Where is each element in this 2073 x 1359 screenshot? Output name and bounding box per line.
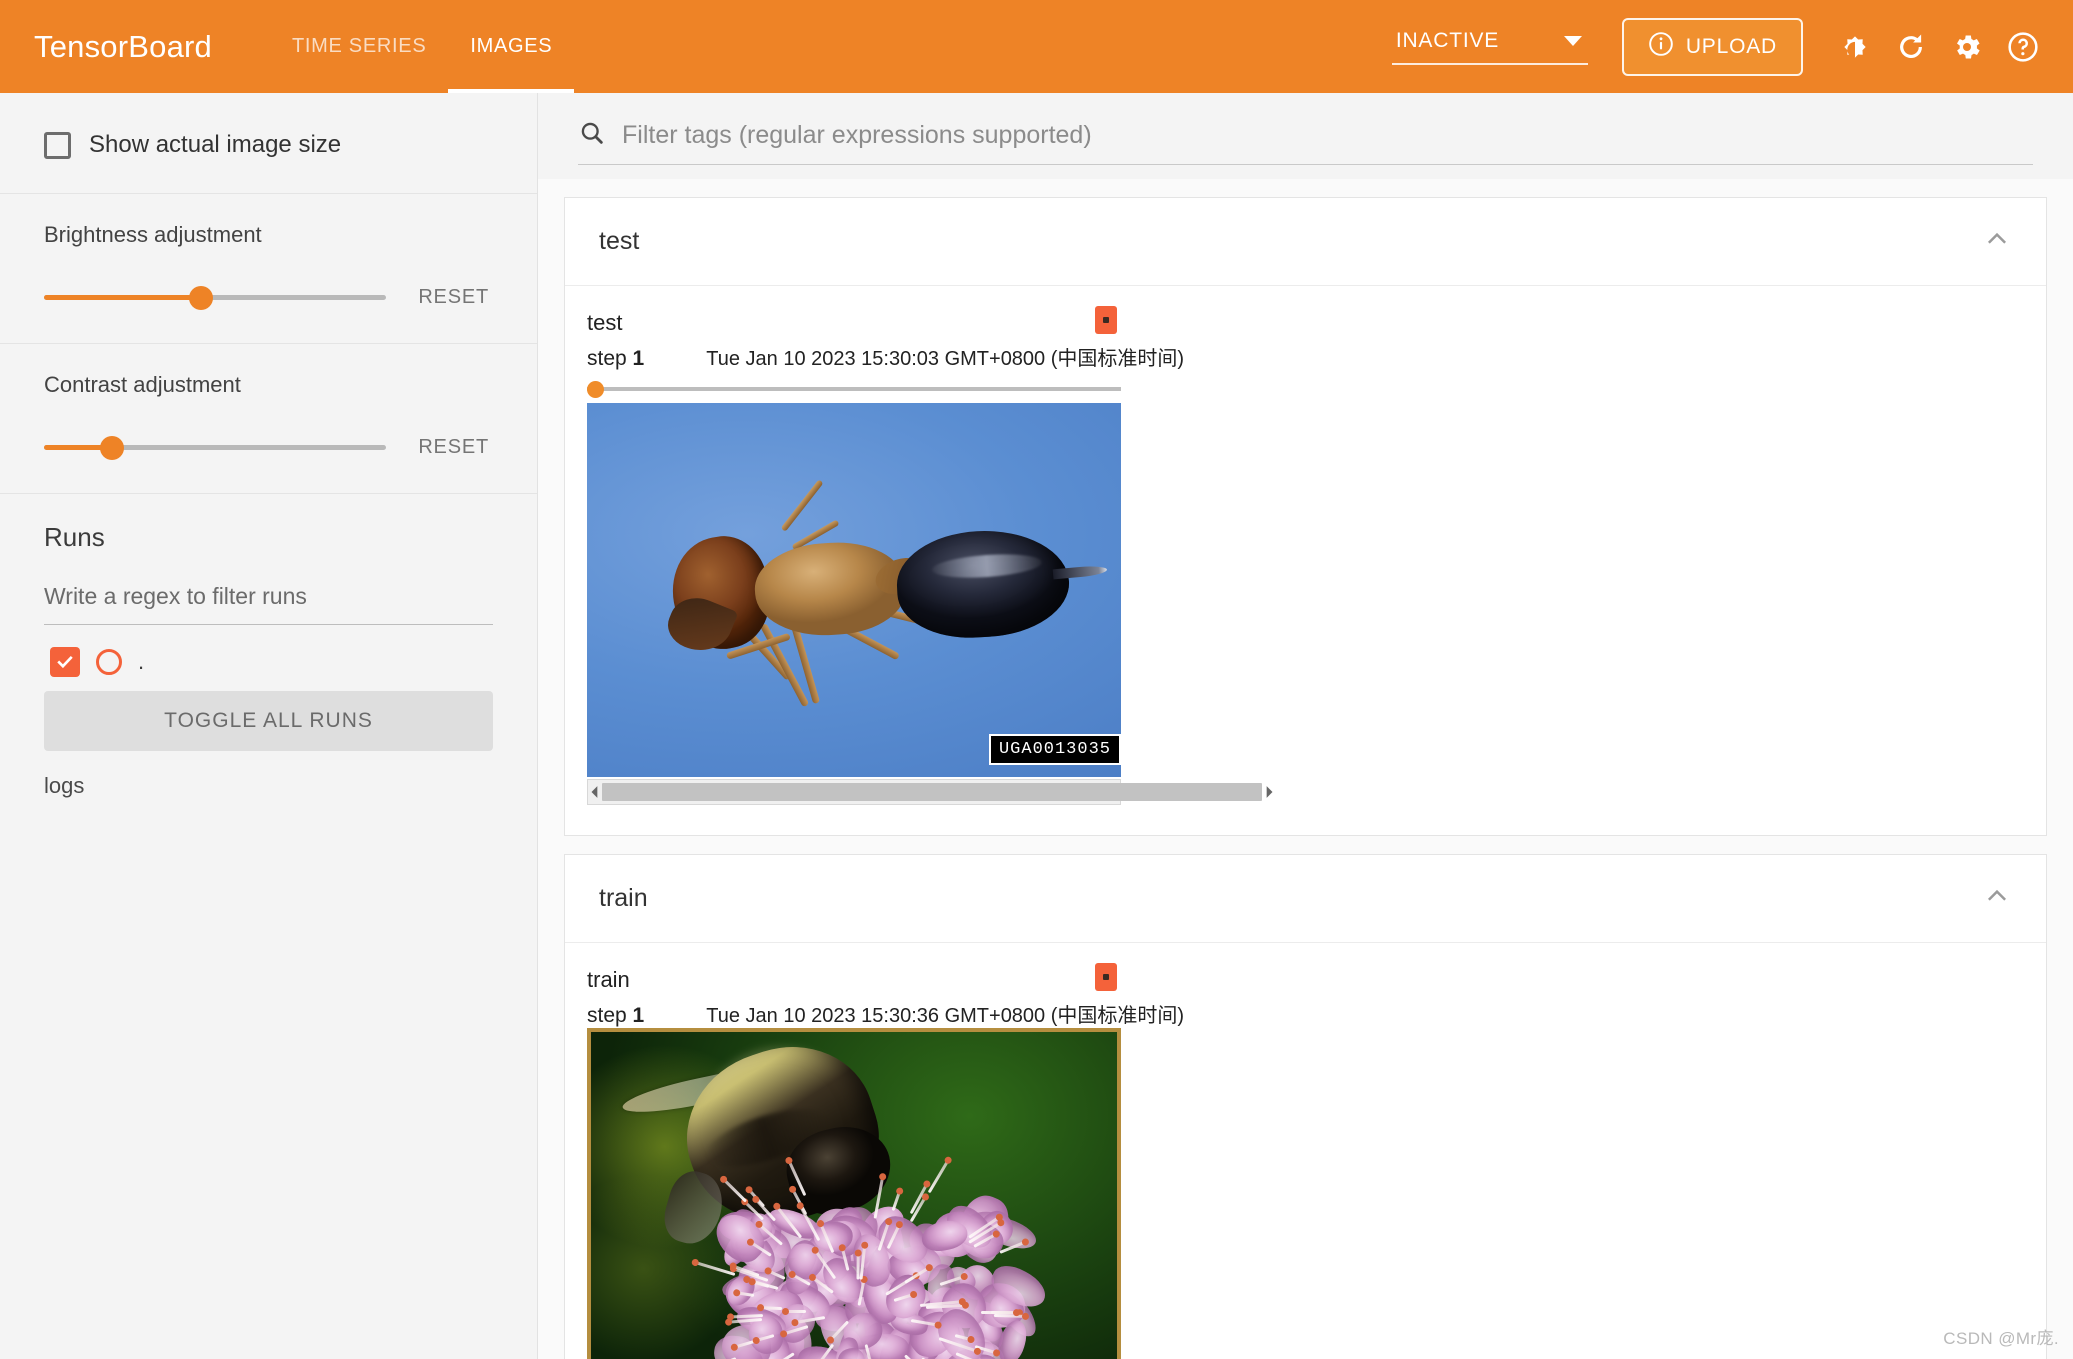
brightness-section: Brightness adjustment RESET: [0, 194, 537, 344]
brightness-reset-button[interactable]: RESET: [414, 280, 493, 315]
step-label: step 1: [587, 347, 644, 371]
tag-filter-bar: [538, 93, 2073, 179]
image-meta-row: step 1 Tue Jan 10 2023 15:30:36 GMT+0800…: [587, 999, 1184, 1028]
pin-icon[interactable]: [1095, 306, 1117, 334]
caret-right-icon[interactable]: [1262, 780, 1276, 804]
runs-filter-input[interactable]: [44, 573, 493, 625]
tag-card-header-train[interactable]: train: [565, 855, 2046, 943]
slider-thumb[interactable]: [189, 285, 214, 310]
pin-icon[interactable]: [1095, 963, 1117, 991]
flower-stamen: [785, 1309, 807, 1313]
brightness-slider-row: RESET: [44, 280, 493, 315]
contrast-slider[interactable]: [44, 434, 387, 462]
image-timestamp: Tue Jan 10 2023 15:30:03 GMT+0800 (中国标准时…: [706, 348, 1185, 370]
help-icon[interactable]: [1995, 19, 2051, 75]
contrast-reset-button[interactable]: RESET: [414, 430, 493, 465]
flower-stamen: [980, 1310, 1016, 1314]
toggle-all-runs-button[interactable]: TOGGLE ALL RUNS: [44, 691, 493, 751]
tab-images-label: IMAGES: [470, 35, 553, 57]
flower-stamen: [723, 1178, 748, 1203]
runs-title: Runs: [44, 522, 105, 552]
step-value: 1: [632, 1004, 645, 1027]
app-title: TensorBoard: [34, 28, 212, 64]
chevron-up-icon[interactable]: [1982, 224, 2012, 259]
step-slider-track: [587, 387, 1121, 391]
top-app-bar: TensorBoard TIME SERIES IMAGES INACTIVE …: [0, 0, 2073, 93]
info-icon: [1648, 31, 1674, 63]
pin-dot: [1103, 317, 1109, 323]
tag-card-header-test[interactable]: test: [565, 198, 2046, 286]
tag-card-title: test: [599, 227, 640, 255]
run-list-item[interactable]: .: [50, 647, 493, 677]
slider-fill: [44, 295, 202, 300]
scrollbar-thumb[interactable]: [602, 783, 1262, 801]
tag-card-list: test test step 1 Tue Jan 10 2023 15:30:0…: [538, 197, 2073, 1359]
image-card-header: train step 1 Tue Jan 10 2023 15:30:36 GM…: [587, 963, 1184, 1028]
logs-label: logs: [44, 773, 85, 798]
flower-cluster: [673, 1159, 1052, 1359]
pin-dot: [1103, 974, 1109, 980]
sidebar: Show actual image size Brightness adjust…: [0, 93, 538, 1359]
step-label: step 1: [587, 1004, 644, 1028]
main-tabs: TIME SERIES IMAGES: [270, 0, 575, 93]
brightness-slider[interactable]: [44, 284, 387, 312]
image-horizontal-scrollbar[interactable]: [587, 779, 1273, 805]
image-card-test: test step 1 Tue Jan 10 2023 15:30:03 GMT…: [587, 306, 1273, 805]
caret-left-icon[interactable]: [588, 780, 602, 804]
runs-section: Runs . TOGGLE ALL RUNS logs: [0, 494, 537, 827]
page-body: Show actual image size Brightness adjust…: [0, 93, 2073, 1359]
run-checkbox-checked-icon[interactable]: [50, 647, 80, 677]
main-content: test test step 1: [538, 93, 2073, 1359]
chevron-up-icon[interactable]: [1982, 881, 2012, 916]
refresh-icon[interactable]: [1883, 19, 1939, 75]
tag-card-title: train: [599, 884, 648, 912]
step-slider-thumb[interactable]: [587, 381, 604, 398]
contrast-section: Contrast adjustment RESET: [0, 344, 537, 494]
page-watermark: CSDN @Mr庞.: [1943, 1329, 2059, 1348]
brightness-icon[interactable]: [1827, 19, 1883, 75]
gear-icon[interactable]: [1939, 19, 1995, 75]
step-text: step: [587, 1004, 627, 1027]
run-status-value: INACTIVE: [1395, 28, 1500, 52]
show-actual-image-size-checkbox[interactable]: Show actual image size: [44, 121, 493, 165]
image-watermark: UGA0013035: [988, 734, 1121, 765]
flower-stamen: [856, 1253, 860, 1280]
step-value: 1: [632, 347, 645, 370]
run-color-circle-icon: [96, 649, 122, 675]
image-card-header: test step 1 Tue Jan 10 2023 15:30:03 GMT…: [587, 306, 1184, 371]
contrast-title: Contrast adjustment: [44, 372, 241, 397]
tag-card-body-test: test step 1 Tue Jan 10 2023 15:30:03 GMT…: [565, 286, 2046, 835]
contrast-slider-row: RESET: [44, 430, 493, 465]
tab-time-series-label: TIME SERIES: [291, 35, 427, 57]
image-size-section: Show actual image size: [0, 93, 537, 194]
show-actual-image-size-label: Show actual image size: [89, 131, 342, 158]
flower-stamen: [993, 1313, 1025, 1318]
tag-card-test: test test step 1 Tue Jan 10 2023 15:30:0…: [564, 197, 2047, 836]
step-text: step: [587, 347, 627, 370]
chevron-down-icon: [1563, 35, 1582, 46]
checkbox-icon: [44, 131, 71, 159]
image-preview-ant[interactable]: UGA0013035: [587, 403, 1121, 777]
image-run-name: train: [587, 967, 630, 992]
search-icon: [578, 119, 606, 152]
image-preview-bee[interactable]: ©ES: [587, 1028, 1121, 1359]
image-timestamp: Tue Jan 10 2023 15:30:36 GMT+0800 (中国标准时…: [706, 1005, 1185, 1027]
upload-button[interactable]: UPLOAD: [1621, 17, 1803, 76]
tag-filter-field: [578, 119, 2033, 165]
run-status-dropdown[interactable]: INACTIVE: [1391, 28, 1588, 65]
run-item-label: .: [138, 649, 145, 674]
image-meta-row: step 1 Tue Jan 10 2023 15:30:03 GMT+0800…: [587, 342, 1184, 371]
slider-thumb[interactable]: [100, 435, 125, 460]
tab-time-series[interactable]: TIME SERIES: [270, 0, 448, 93]
image-run-name: test: [587, 310, 623, 335]
brightness-title: Brightness adjustment: [44, 222, 262, 247]
tab-images[interactable]: IMAGES: [448, 0, 575, 93]
top-bar-actions: INACTIVE UPLOAD: [1391, 17, 2051, 76]
step-slider-test[interactable]: [587, 381, 1121, 398]
image-card-train: train step 1 Tue Jan 10 2023 15:30:36 GM…: [587, 963, 1184, 1359]
upload-button-label: UPLOAD: [1685, 34, 1777, 58]
tag-card-body-train: train step 1 Tue Jan 10 2023 15:30:36 GM…: [565, 943, 2046, 1359]
tag-card-train: train train step 1 Tue Jan 10 2023 15:30…: [564, 854, 2047, 1359]
tag-filter-input[interactable]: [622, 121, 2033, 150]
